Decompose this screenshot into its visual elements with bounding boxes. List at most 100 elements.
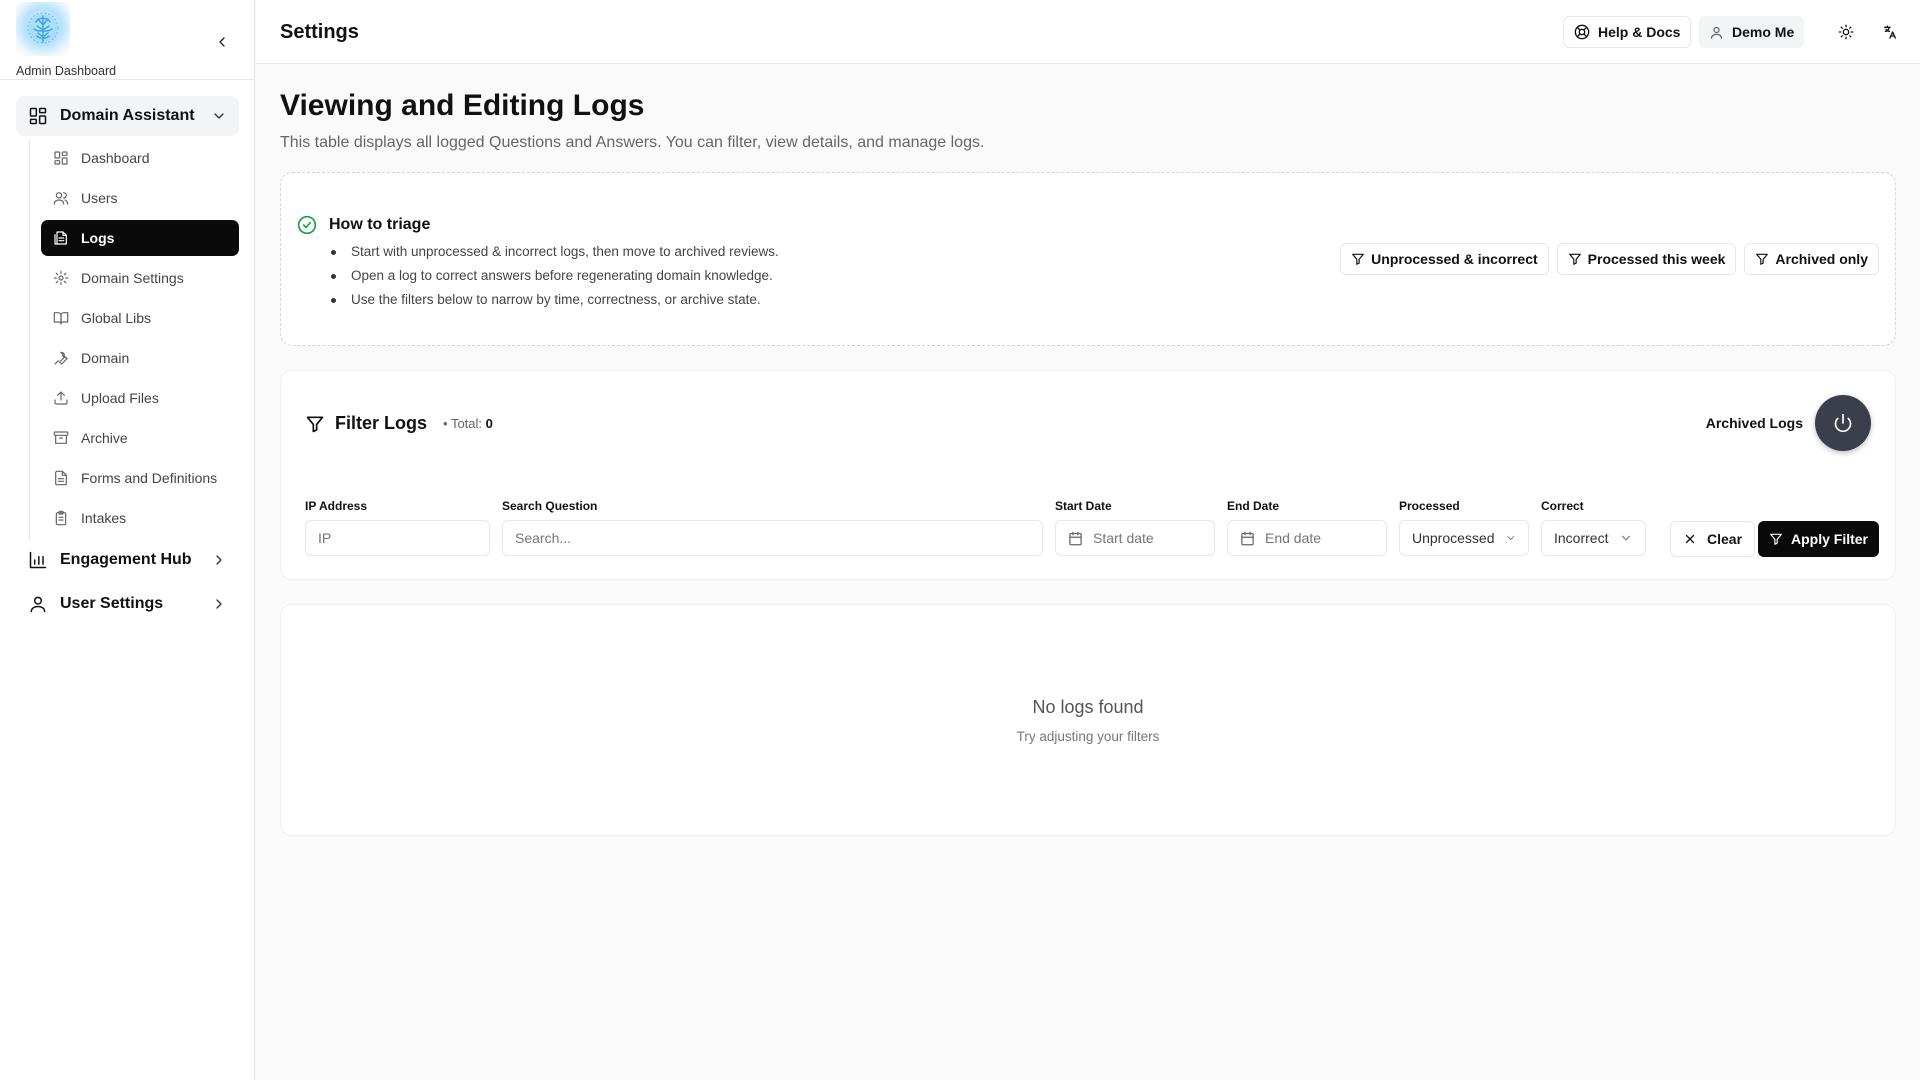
layout-grid-icon — [29, 107, 47, 125]
chevron-down-icon — [214, 113, 224, 119]
preset-label: Processed this week — [1587, 251, 1726, 267]
archived-logs-toggle[interactable] — [1815, 395, 1871, 451]
search-question-input[interactable] — [502, 520, 1043, 556]
calendar-icon — [1069, 531, 1082, 545]
layout-grid-icon — [54, 151, 68, 165]
archived-toggle-group: Archived Logs — [1706, 395, 1871, 451]
nav-group-label: Domain Assistant — [60, 107, 195, 124]
user-icon — [1710, 26, 1723, 39]
processed-value: Unprocessed — [1412, 530, 1495, 546]
chevron-left-icon — [219, 37, 225, 47]
sidebar-divider — [0, 79, 254, 80]
page-title: Viewing and Editing Logs — [280, 89, 645, 122]
end-date-placeholder: End date — [1265, 530, 1322, 546]
field-label: IP Address — [305, 499, 368, 513]
correct-select[interactable]: Incorrect — [1541, 520, 1646, 556]
preset-unprocessed-incorrect-button[interactable]: Unprocessed & incorrect — [1340, 243, 1549, 275]
correct-field: Correct Incorrect — [1541, 499, 1646, 556]
ip-address-field: IP Address — [305, 499, 490, 556]
field-label: Processed — [1399, 499, 1460, 513]
triage-tips: Start with unprocessed & incorrect logs,… — [331, 240, 779, 312]
sidebar-item-label: Dashboard — [81, 150, 150, 166]
sidebar-item-label: Upload Files — [81, 390, 159, 406]
field-label: End Date — [1227, 499, 1280, 513]
sun-icon — [1838, 24, 1854, 40]
archived-logs-label: Archived Logs — [1705, 415, 1803, 431]
sidebar-item-dashboard[interactable]: Dashboard — [41, 140, 239, 176]
sidebar-item-intakes[interactable]: Intakes — [41, 500, 239, 536]
filter-icon — [306, 416, 324, 432]
sidebar-item-global-libs[interactable]: Global Libs — [41, 300, 239, 336]
total-label: • Total: — [443, 416, 483, 431]
book-icon — [53, 312, 69, 325]
total-value: 0 — [485, 416, 493, 431]
chevron-right-icon — [216, 599, 222, 609]
power-icon — [1834, 413, 1852, 433]
calendar-icon — [1241, 531, 1254, 545]
preset-processed-this-week-button[interactable]: Processed this week — [1556, 243, 1737, 275]
sidebar-item-upload-files[interactable]: Upload Files — [41, 380, 239, 416]
triage-title: How to triage — [329, 216, 431, 233]
apply-label: Apply Filter — [1791, 531, 1869, 547]
bar-chart-icon — [29, 551, 47, 569]
chevron-down-icon — [1506, 536, 1514, 541]
user-menu-button[interactable]: Demo Me — [1699, 16, 1805, 48]
user-name-label: Demo Me — [1732, 24, 1795, 40]
sidebar-item-label: Logs — [81, 230, 115, 246]
filter-presets: Unprocessed & incorrect Processed this w… — [1340, 243, 1879, 275]
triage-header: How to triage — [297, 215, 430, 235]
lifebuoy-icon — [1574, 24, 1590, 40]
field-label: Start Date — [1055, 499, 1112, 513]
help-docs-button[interactable]: Help & Docs — [1563, 16, 1692, 48]
logs-icon — [54, 231, 67, 245]
apply-filter-button[interactable]: Apply Filter — [1758, 521, 1880, 557]
sidebar-item-archive[interactable]: Archive — [41, 420, 239, 456]
nav-group-domain-assistant[interactable]: Domain Assistant — [16, 96, 239, 136]
processed-select[interactable]: Unprocessed — [1399, 520, 1529, 556]
filter-header: Filter Logs • Total: 0 — [305, 413, 493, 434]
sidebar: Admin Dashboard Domain Assistant Dashboa… — [0, 0, 255, 1080]
filter-title: Filter Logs — [335, 413, 428, 433]
sidebar-item-forms-and-definitions[interactable]: Forms and Definitions — [41, 460, 239, 496]
sidebar-item-logs[interactable]: Logs — [41, 220, 239, 256]
gear-icon — [53, 270, 69, 286]
help-docs-label: Help & Docs — [1598, 24, 1681, 40]
nav-group-user-settings[interactable]: User Settings — [16, 584, 239, 624]
collapse-sidebar-button[interactable] — [210, 30, 234, 54]
sidebar-item-label: Archive — [81, 430, 128, 446]
sidebar-item-domain-settings[interactable]: Domain Settings — [41, 260, 239, 296]
theme-toggle-button[interactable] — [1832, 18, 1860, 46]
start-date-field: Start Date Start date — [1055, 499, 1215, 556]
triage-tip: Open a log to correct answers before reg… — [331, 264, 779, 288]
sidebar-item-users[interactable]: Users — [41, 180, 239, 216]
end-date-picker[interactable]: End date — [1227, 520, 1387, 556]
start-date-picker[interactable]: Start date — [1055, 520, 1215, 556]
nav-submenu: Dashboard Users Logs Domain Settings Glo… — [29, 140, 239, 540]
ip-address-input[interactable] — [305, 520, 490, 556]
language-toggle-button[interactable] — [1876, 18, 1904, 46]
nav-group-engagement-hub[interactable]: Engagement Hub — [16, 540, 239, 580]
nav-group-label: User Settings — [60, 595, 164, 612]
filter-icon — [1352, 253, 1364, 265]
clear-label: Clear — [1707, 531, 1743, 547]
preset-archived-only-button[interactable]: Archived only — [1744, 243, 1879, 275]
clear-filters-button[interactable]: Clear — [1670, 521, 1756, 557]
archive-icon — [53, 431, 69, 444]
processed-field: Processed Unprocessed — [1399, 499, 1529, 556]
field-label: Correct — [1541, 499, 1584, 513]
page-header-title: Settings — [280, 21, 359, 43]
triage-tip: Use the filters below to narrow by time,… — [331, 288, 779, 312]
page-subtitle: This table displays all logged Questions… — [280, 134, 985, 151]
sidebar-item-label: Intakes — [81, 510, 127, 526]
chevron-down-icon — [1621, 535, 1631, 541]
search-question-field: Search Question — [502, 499, 1043, 556]
sidebar-item-label: Domain — [81, 350, 130, 366]
sidebar-item-label: Users — [81, 190, 118, 206]
field-label: Search Question — [502, 499, 598, 513]
sidebar-item-domain[interactable]: Domain — [41, 340, 239, 376]
wrench-icon — [54, 351, 68, 365]
triage-card: How to triage Start with unprocessed & i… — [280, 172, 1896, 346]
total-count: • Total: 0 — [443, 416, 493, 431]
start-date-placeholder: Start date — [1093, 530, 1154, 546]
clipboard-icon — [55, 510, 67, 526]
